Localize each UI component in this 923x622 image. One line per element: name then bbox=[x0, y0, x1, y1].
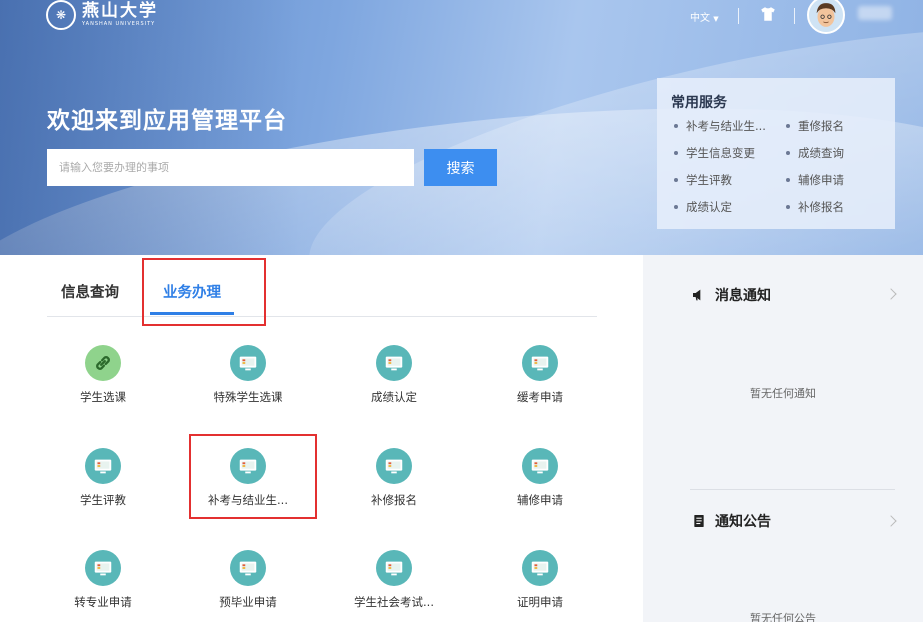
app-tile[interactable]: 预毕业申请 bbox=[177, 550, 319, 622]
divider bbox=[738, 8, 739, 24]
monitor-icon bbox=[85, 448, 121, 484]
active-tab-indicator bbox=[150, 312, 234, 315]
common-service-item[interactable]: 学生信息变更 bbox=[671, 145, 783, 161]
monitor-icon bbox=[376, 550, 412, 586]
common-service-item[interactable]: 辅修申请 bbox=[783, 172, 883, 188]
monitor-icon bbox=[230, 345, 266, 381]
tab-bar: 信息查询 业务办理 bbox=[47, 255, 597, 317]
app-label: 特殊学生选课 bbox=[213, 390, 283, 404]
announcement-header[interactable]: 通知公告 bbox=[691, 511, 771, 531]
app-tile[interactable]: 学生评教 bbox=[32, 448, 174, 528]
message-empty-text: 暂无任何通知 bbox=[750, 387, 816, 400]
megaphone-icon bbox=[693, 289, 701, 301]
monitor-icon bbox=[85, 550, 121, 586]
monitor-icon bbox=[230, 448, 266, 484]
monitor-icon bbox=[522, 345, 558, 381]
app-tile[interactable]: 学生选课 bbox=[32, 345, 174, 425]
common-service-item[interactable]: 学生评教 bbox=[671, 172, 783, 188]
main-panel: 信息查询 业务办理 学生选课 特殊学生选课 成绩认定 缓考申请 学生评教 补考与… bbox=[0, 255, 643, 622]
university-logo[interactable]: ❋ 燕山大学 YANSHAN UNIVERSITY bbox=[46, 0, 158, 30]
common-service-item[interactable]: 成绩认定 bbox=[671, 199, 783, 215]
app-tile[interactable]: 补考与结业生... bbox=[177, 448, 319, 528]
announcement-title: 通知公告 bbox=[715, 514, 771, 530]
caret-down-icon: ▼ bbox=[713, 15, 719, 23]
app-label: 学生选课 bbox=[80, 390, 126, 404]
common-service-item[interactable]: 成绩查询 bbox=[783, 145, 883, 161]
username-redacted bbox=[858, 6, 892, 20]
common-service-item[interactable]: 重修报名 bbox=[783, 118, 883, 134]
app-tile[interactable]: 转专业申请 bbox=[32, 550, 174, 622]
language-switcher[interactable]: 中文 ▼ bbox=[690, 9, 730, 24]
app-tile[interactable]: 成绩认定 bbox=[323, 345, 465, 425]
app-label: 辅修申请 bbox=[517, 493, 563, 507]
message-notice-title: 消息通知 bbox=[715, 288, 771, 304]
logo-text: 燕山大学 bbox=[82, 1, 158, 21]
chevron-right-icon[interactable] bbox=[885, 515, 897, 527]
language-label: 中文 bbox=[690, 13, 710, 24]
monitor-icon bbox=[376, 448, 412, 484]
search-input[interactable] bbox=[47, 149, 414, 186]
chevron-right-icon[interactable] bbox=[885, 288, 897, 300]
app-label: 缓考申请 bbox=[517, 390, 563, 404]
notice-panel: 消息通知 暂无任何通知 通知公告 暂无任何公告 bbox=[643, 255, 923, 622]
page-title: 欢迎来到应用管理平台 bbox=[47, 108, 287, 134]
app-label: 转专业申请 bbox=[74, 595, 132, 609]
logo-subtext: YANSHAN UNIVERSITY bbox=[82, 21, 156, 27]
app-tile[interactable]: 补修报名 bbox=[323, 448, 465, 528]
app-tile[interactable]: 特殊学生选课 bbox=[177, 345, 319, 425]
app-tile[interactable]: 辅修申请 bbox=[469, 448, 611, 528]
app-tile[interactable]: 缓考申请 bbox=[469, 345, 611, 425]
app-label: 成绩认定 bbox=[371, 390, 417, 404]
app-label: 补修报名 bbox=[371, 493, 417, 507]
document-icon bbox=[694, 515, 704, 527]
seal-icon: ❋ bbox=[46, 0, 76, 30]
divider bbox=[794, 8, 795, 24]
app-label: 学生评教 bbox=[80, 493, 126, 507]
monitor-icon bbox=[522, 448, 558, 484]
tab-info-query[interactable]: 信息查询 bbox=[61, 281, 119, 302]
message-notice-header[interactable]: 消息通知 bbox=[691, 285, 771, 305]
app-tile[interactable]: 证明申请 bbox=[469, 550, 611, 622]
common-services-panel: 常用服务 补考与结业生... 重修报名 学生信息变更 成绩查询 学生评教 辅修申… bbox=[657, 78, 895, 229]
monitor-icon bbox=[376, 345, 412, 381]
common-services-title: 常用服务 bbox=[671, 95, 727, 111]
search-button[interactable]: 搜索 bbox=[424, 149, 497, 186]
app-label: 证明申请 bbox=[517, 595, 563, 609]
link-icon bbox=[85, 345, 121, 381]
common-service-item[interactable]: 补修报名 bbox=[783, 199, 883, 215]
tshirt-icon[interactable] bbox=[759, 5, 777, 23]
monitor-icon bbox=[230, 550, 266, 586]
app-tile[interactable]: 学生社会考试... bbox=[323, 550, 465, 622]
app-label: 学生社会考试... bbox=[354, 595, 434, 609]
app-label: 补考与结业生... bbox=[208, 493, 288, 507]
announcement-empty-text: 暂无任何公告 bbox=[750, 612, 816, 622]
common-service-item[interactable]: 补考与结业生... bbox=[671, 118, 783, 134]
tab-business[interactable]: 业务办理 bbox=[163, 281, 221, 302]
monitor-icon bbox=[522, 550, 558, 586]
app-label: 预毕业申请 bbox=[219, 595, 277, 609]
avatar-icon bbox=[809, 0, 843, 32]
divider bbox=[690, 489, 895, 490]
